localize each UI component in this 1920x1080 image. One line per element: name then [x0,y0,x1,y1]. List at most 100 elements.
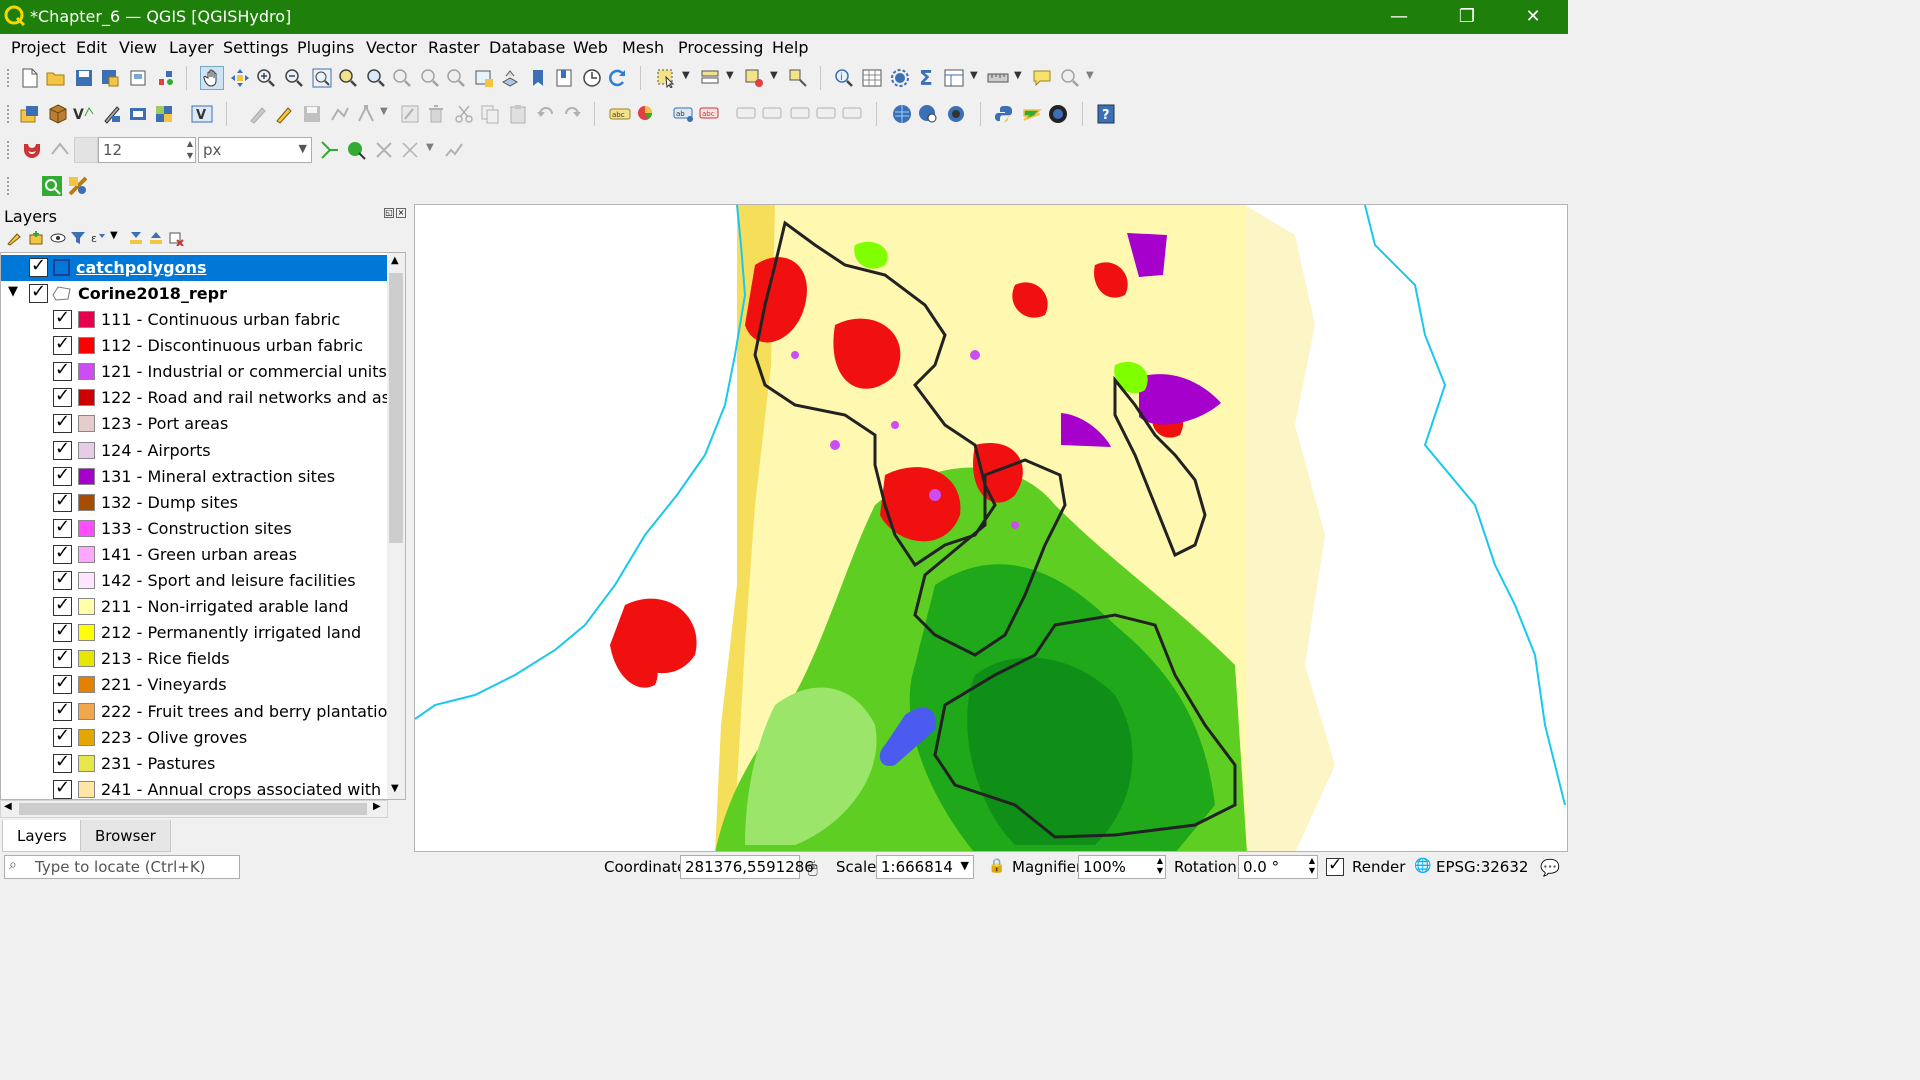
save-edits-icon[interactable] [300,102,324,126]
vertex-tool-icon[interactable] [354,102,378,126]
rotation-spinbox[interactable]: 0.0 ° ▲ ▼ [1238,855,1318,879]
open-layer-styling-icon[interactable] [6,230,22,246]
legend-item[interactable]: 124 - Airports [1,438,389,464]
legend-item-checkbox[interactable] [53,725,72,747]
legend-item-checkbox[interactable] [53,646,72,669]
legend-item-checkbox[interactable] [53,307,72,329]
toolbar-grip[interactable] [6,68,10,88]
vertex-dropdown-icon[interactable]: ▼ [380,106,388,117]
change-label-icon[interactable] [840,102,864,126]
legend-item-checkbox[interactable] [53,568,72,590]
zoom-to-selection-icon[interactable] [336,66,360,90]
filter-expression-icon[interactable]: ε [90,230,106,246]
legend-item[interactable]: 142 - Sport and leisure facilities [1,568,389,594]
undo-icon[interactable] [534,102,558,126]
scroll-right-icon[interactable]: ▶ [373,801,381,812]
vertical-scrollbar[interactable]: ▲ ▼ [387,253,405,799]
layer-diagram-icon[interactable] [634,102,658,126]
gps-tools-icon[interactable] [944,102,968,126]
tolerance-spin-arrows-icon[interactable]: ▲ ▼ [187,138,193,162]
map-tips-icon[interactable] [1030,66,1054,90]
toggle-extents-mouse-icon[interactable]: 🖱 [808,858,818,878]
legend-item[interactable]: 221 - Vineyards [1,672,389,698]
legend-item-checkbox[interactable] [53,516,72,538]
grass-tools-icon[interactable] [1020,102,1044,126]
legend-item[interactable]: 133 - Construction sites [1,516,389,542]
vertical-scroll-thumb[interactable] [389,273,403,543]
legend-item[interactable]: 112 - Discontinuous urban fabric [1,333,389,359]
show-bookmarks-icon[interactable] [552,66,576,90]
table-dropdown-icon[interactable]: ▼ [970,70,978,81]
enable-snapping-magnet-icon[interactable] [20,138,44,162]
menu-mesh[interactable]: Mesh [622,38,664,57]
snap-dropdown-icon[interactable]: ▼ [426,142,434,153]
zoom-full-icon[interactable] [310,66,334,90]
measure-line-icon[interactable] [986,66,1010,90]
layer-visibility-checkbox[interactable] [29,255,48,277]
locator-search-box[interactable]: ⌕ Type to locate (Ctrl+K) [4,855,240,879]
zoom-native-icon[interactable] [390,66,414,90]
crs-globe-icon[interactable]: 🌐 [1414,858,1431,874]
add-virtual-layer-icon[interactable]: V [190,102,214,126]
legend-item-checkbox[interactable] [53,699,72,721]
layer-visibility-checkbox[interactable] [29,281,48,303]
tracing-icon[interactable] [442,138,466,162]
legend-item[interactable]: 213 - Rice fields [1,646,389,672]
manage-visibility-icon[interactable] [50,230,66,246]
collapse-all-icon[interactable] [148,230,164,246]
tab-browser[interactable]: Browser [80,820,171,852]
close-panel-icon[interactable]: × [396,208,406,218]
scroll-left-icon[interactable]: ◀ [4,801,12,812]
layer-labeling-icon[interactable]: abc [608,102,632,126]
crs-label[interactable]: EPSG:32632 [1436,858,1528,876]
print-layout-icon[interactable] [126,66,150,90]
horizontal-scroll-thumb[interactable] [19,803,367,815]
save-as-icon[interactable] [98,66,122,90]
statistics-sum-icon[interactable]: Σ [914,66,938,90]
menu-database[interactable]: Database [489,38,565,57]
self-snapping-icon[interactable] [398,138,422,162]
filter-dropdown-icon[interactable]: ▼ [110,230,118,241]
add-wms-layer-icon[interactable] [126,102,150,126]
new-3d-view-icon[interactable] [498,66,522,90]
deselect-dropdown-icon[interactable]: ▼ [770,70,778,81]
legend-item-checkbox[interactable] [53,385,72,408]
legend-item[interactable]: 222 - Fruit trees and berry plantations [1,699,405,725]
menu-vector[interactable]: Vector [366,38,417,57]
spin-arrows-icon[interactable]: ▲ ▼ [1157,856,1163,876]
zoom-in-icon[interactable] [254,66,278,90]
legend-item-checkbox[interactable] [53,411,72,434]
menu-plugins[interactable]: Plugins [297,38,354,57]
topological-editing-icon[interactable] [318,138,342,162]
search-dropdown-icon[interactable]: ▼ [1086,70,1094,81]
add-vector-layer-icon[interactable]: V [72,102,96,126]
legend-item-checkbox[interactable] [53,777,72,799]
new-geopackage-icon[interactable] [46,102,70,126]
filter-legend-icon[interactable] [70,230,86,246]
close-button[interactable]: ✕ [1510,3,1556,31]
open-project-icon[interactable] [44,66,68,90]
locator-search-icon[interactable] [1058,66,1082,90]
new-bookmark-icon[interactable] [526,66,550,90]
remove-layer-icon[interactable] [168,230,184,246]
map-canvas[interactable] [414,204,1568,852]
toolbar-grip[interactable] [6,140,10,160]
menu-layer[interactable]: Layer [169,38,214,57]
current-edits-icon[interactable] [246,102,270,126]
menu-raster[interactable]: Raster [428,38,480,57]
temporal-controller-icon[interactable] [580,66,604,90]
cut-features-icon[interactable] [452,102,476,126]
data-source-manager-icon[interactable] [18,102,42,126]
snap-intersection-icon[interactable] [344,138,368,162]
menu-project[interactable]: Project [11,38,66,57]
select-by-value-icon[interactable] [698,66,722,90]
new-project-icon[interactable] [18,66,42,90]
paste-features-icon[interactable] [506,102,530,126]
legend-item[interactable]: 223 - Olive groves [1,725,389,751]
legend-item-checkbox[interactable] [53,438,72,460]
add-group-icon[interactable] [28,230,44,246]
lock-scale-icon[interactable]: 🔒 [988,858,1005,874]
snapping-layers-icon[interactable] [48,138,72,162]
legend-item-checkbox[interactable] [53,751,72,773]
zoom-out-icon[interactable] [282,66,306,90]
